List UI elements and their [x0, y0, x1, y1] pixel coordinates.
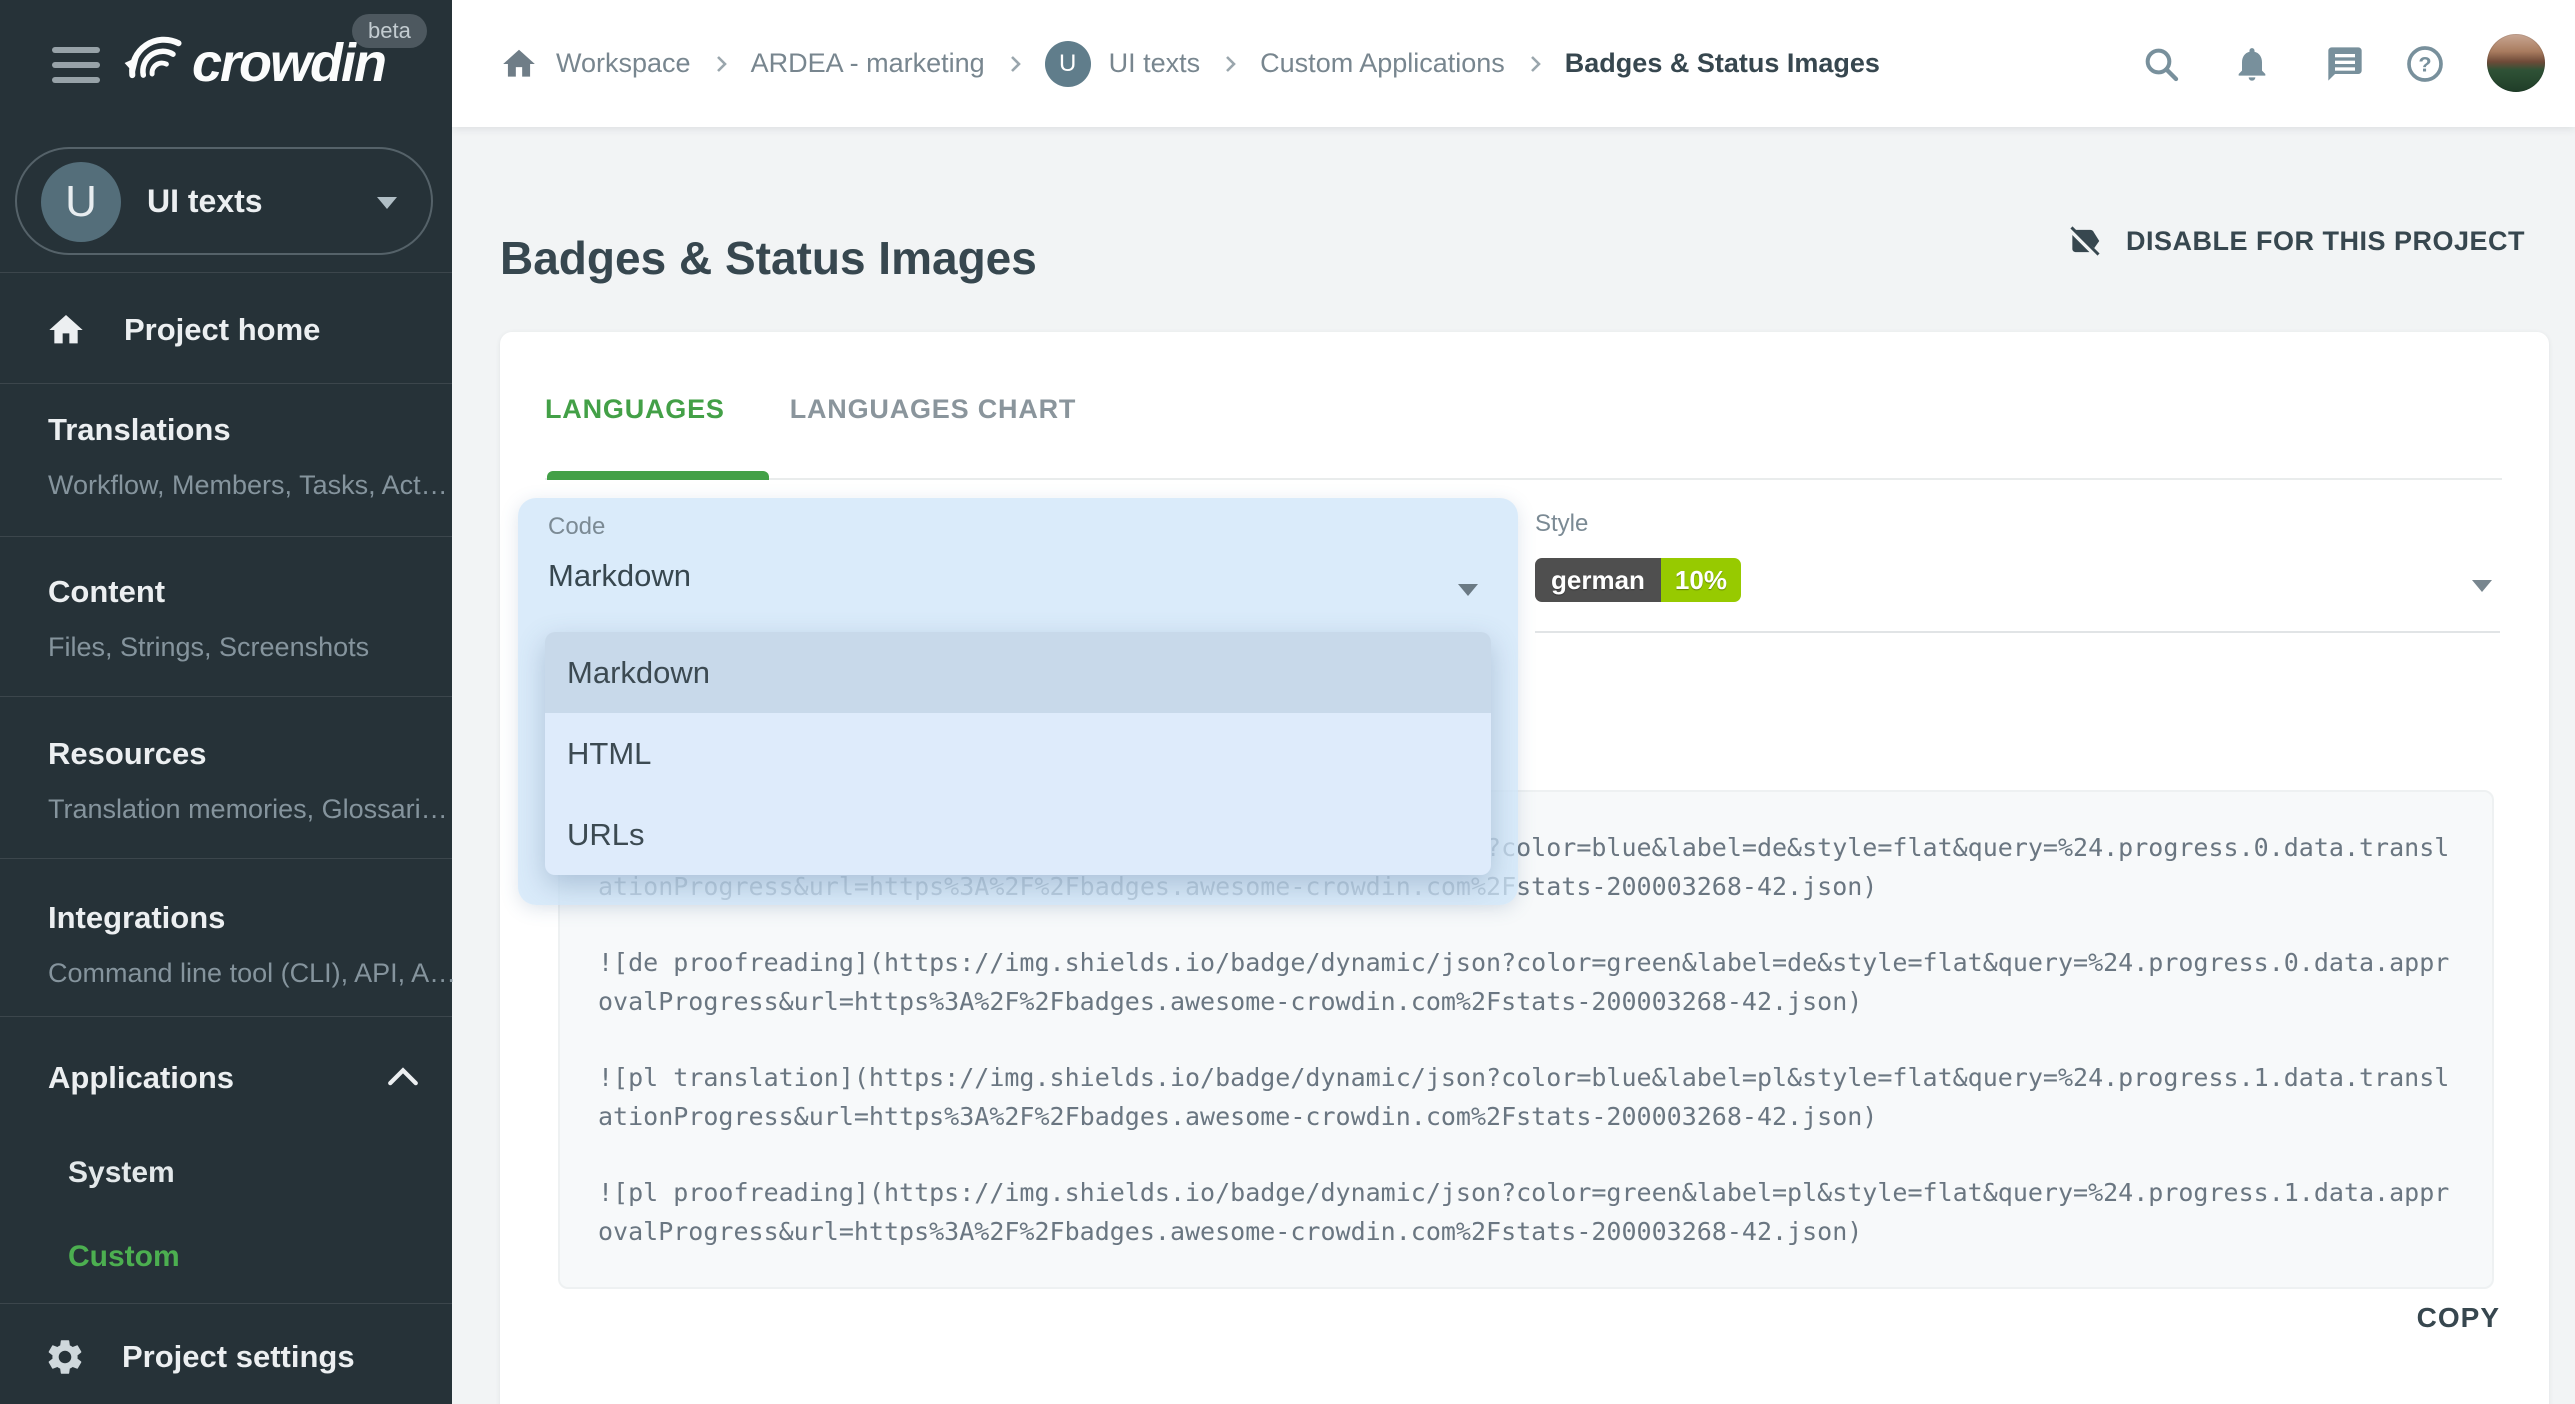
code-field-label: Code [548, 513, 605, 541]
svg-text:?: ? [2418, 52, 2431, 77]
tab-languages[interactable]: LANGUAGES [545, 394, 725, 425]
messages-chat-icon[interactable] [2325, 44, 2365, 84]
code-line: ![pl proofreading](https://img.shields.i… [598, 1173, 2454, 1251]
breadcrumb-workspace[interactable]: Workspace [556, 48, 691, 79]
copy-button[interactable]: COPY [2417, 1302, 2500, 1334]
sidebar-item-resources[interactable]: Resources Translation memories, Glossari… [48, 736, 418, 825]
breadcrumb-project[interactable]: UI texts [1109, 48, 1201, 79]
breadcrumb: Workspace ARDEA - marketing U UI texts C… [500, 0, 1880, 127]
label-off-icon [2066, 222, 2104, 260]
option-html[interactable]: HTML [545, 713, 1491, 794]
divider [0, 858, 452, 859]
sidebar-item-integrations[interactable]: Integrations Command line tool (CLI), AP… [48, 900, 418, 989]
notifications-bell-icon[interactable] [2232, 44, 2272, 84]
code-line: ![de proofreading](https://img.shields.i… [598, 943, 2454, 1021]
chevron-right-icon [709, 52, 733, 76]
breadcrumb-current-page: Badges & Status Images [1565, 48, 1880, 79]
sidebar-item-system[interactable]: System [68, 1156, 175, 1190]
badge-progress-value: 10% [1661, 558, 1741, 602]
badge-preview: german 10% [1535, 558, 1741, 602]
gear-icon [44, 1336, 86, 1378]
chevron-down-icon [377, 197, 397, 209]
divider [0, 272, 452, 273]
search-icon[interactable] [2141, 44, 2181, 84]
chevron-right-icon [1218, 52, 1242, 76]
breadcrumb-custom-applications[interactable]: Custom Applications [1260, 48, 1505, 79]
user-avatar[interactable] [2487, 34, 2545, 92]
option-urls[interactable]: URLs [545, 794, 1491, 875]
sidebar-item-project-home[interactable]: Project home [0, 295, 452, 365]
breadcrumb-organization[interactable]: ARDEA - marketing [751, 48, 985, 79]
style-field-underline [1535, 631, 2500, 633]
home-icon [46, 310, 86, 350]
chevron-right-icon [1003, 52, 1027, 76]
hamburger-menu-icon[interactable] [52, 47, 100, 84]
sidebar: crowdin beta U UI texts Project home Tra… [0, 0, 452, 1404]
sidebar-item-custom[interactable]: Custom [68, 1240, 180, 1274]
sidebar-item-project-settings[interactable]: Project settings [0, 1322, 452, 1392]
top-bar: Workspace ARDEA - marketing U UI texts C… [452, 0, 2575, 127]
beta-badge: beta [352, 14, 427, 48]
app-window: crowdin beta U UI texts Project home Tra… [0, 0, 2575, 1404]
crowdin-swirl-icon [118, 30, 184, 96]
divider [0, 536, 452, 537]
sidebar-item-content[interactable]: Content Files, Strings, Screenshots [48, 574, 418, 663]
code-line: ![pl translation](https://img.shields.io… [598, 1058, 2454, 1136]
option-markdown[interactable]: Markdown [545, 632, 1491, 713]
divider [0, 383, 452, 384]
project-selector[interactable]: U UI texts [15, 147, 433, 255]
tab-languages-chart[interactable]: LANGUAGES CHART [790, 394, 1077, 425]
style-field-label: Style [1535, 510, 1588, 538]
tab-divider [545, 478, 2502, 480]
home-icon[interactable] [500, 45, 538, 83]
style-select-chevron-icon[interactable] [2472, 580, 2492, 592]
divider [0, 696, 452, 697]
chevron-right-icon [1523, 52, 1547, 76]
badge-language-label: german [1535, 558, 1661, 602]
breadcrumb-project-avatar: U [1045, 41, 1091, 87]
code-select-chevron-icon[interactable] [1458, 584, 1478, 596]
project-selector-label: UI texts [147, 183, 263, 220]
code-select-value[interactable]: Markdown [548, 558, 691, 594]
tab-bar: LANGUAGES LANGUAGES CHART [545, 394, 1076, 425]
help-icon[interactable]: ? [2405, 44, 2445, 84]
sidebar-item-translations[interactable]: Translations Workflow, Members, Tasks, A… [48, 412, 418, 501]
divider [0, 1303, 452, 1304]
crowdin-logo[interactable]: crowdin [118, 30, 385, 96]
sidebar-item-applications[interactable]: Applications [48, 1060, 418, 1096]
page-title: Badges & Status Images [500, 231, 1037, 285]
code-select-panel: Code Markdown Markdown HTML URLs [518, 498, 1518, 905]
divider [0, 1016, 452, 1017]
chevron-up-icon[interactable] [386, 1064, 420, 1088]
project-avatar: U [41, 162, 121, 242]
disable-for-project-button[interactable]: DISABLE FOR THIS PROJECT [2066, 222, 2525, 260]
code-select-options: Markdown HTML URLs [545, 632, 1491, 875]
active-tab-indicator [547, 471, 769, 480]
